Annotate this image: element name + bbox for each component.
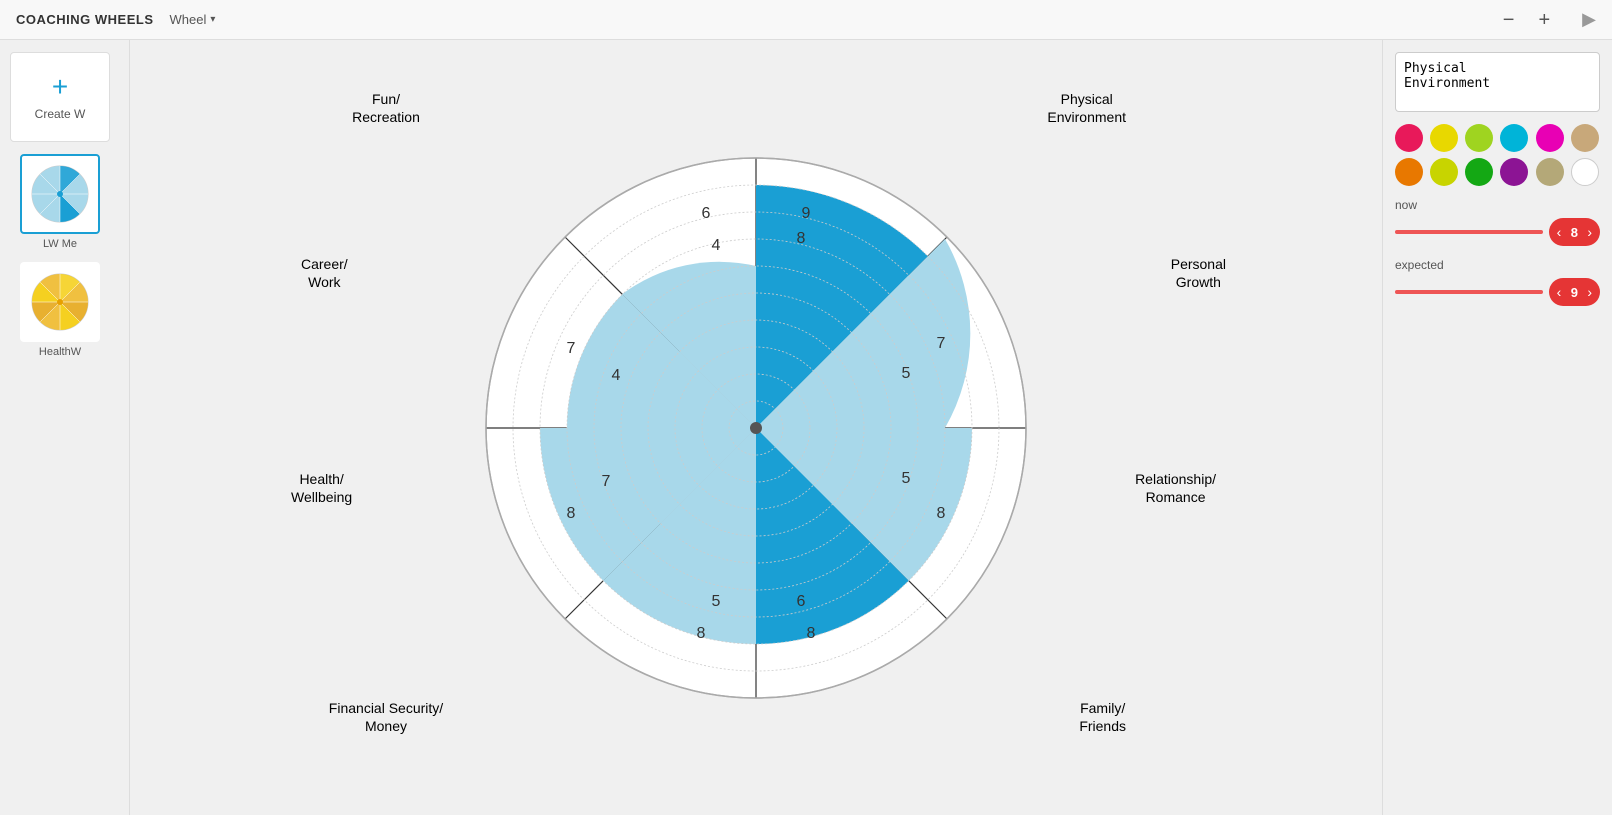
send-button[interactable]: ▶: [1582, 9, 1596, 30]
now-increment-button[interactable]: ›: [1585, 225, 1594, 239]
segment-1-now-value: 7: [937, 335, 946, 352]
segment-6-exp-value: 4: [612, 367, 621, 384]
expected-slider-row: ‹ 9 ›: [1395, 278, 1600, 306]
zoom-controls: − +: [1503, 10, 1550, 30]
now-value: 8: [1567, 225, 1581, 240]
segment-name-input[interactable]: Physical Environment: [1395, 52, 1600, 112]
label-career: Career/Work: [301, 255, 348, 291]
wheel-thumbnail-1: [30, 164, 90, 224]
wheel-label-1: LW Me: [43, 238, 77, 250]
now-slider-section: now ‹ 8 ›: [1395, 198, 1600, 246]
chevron-down-icon: ▾: [210, 14, 215, 25]
color-swatch-purple[interactable]: [1500, 158, 1528, 186]
label-personal-growth: PersonalGrowth: [1171, 255, 1226, 291]
wheel-menu[interactable]: Wheel ▾: [170, 12, 216, 27]
color-swatch-tan[interactable]: [1571, 124, 1599, 152]
segment-0-now-value: 9: [802, 205, 811, 222]
label-physical-environment: PhysicalEnvironment: [1047, 90, 1126, 126]
color-swatch-white[interactable]: [1571, 158, 1599, 186]
color-swatch-khaki[interactable]: [1536, 158, 1564, 186]
app-title: COACHING WHEELS: [16, 12, 154, 27]
color-palette: [1395, 124, 1600, 186]
color-swatch-green[interactable]: [1465, 158, 1493, 186]
segment-6-now-value: 7: [567, 340, 576, 357]
create-label: Create W: [35, 107, 86, 121]
segment-7-exp-value: 4: [712, 237, 721, 254]
label-family-friends: Family/Friends: [1079, 699, 1126, 735]
segment-5-now-value: 8: [567, 505, 576, 522]
sidebar-item-health[interactable]: HealthW: [10, 262, 110, 358]
expected-value: 9: [1567, 285, 1581, 300]
wheel-thumb-lw-me[interactable]: [20, 154, 100, 234]
segment-0-exp-value: 8: [797, 230, 806, 247]
color-swatch-orange[interactable]: [1395, 158, 1423, 186]
sidebar: + Create W: [0, 40, 130, 815]
expected-decrement-button[interactable]: ‹: [1555, 285, 1564, 299]
segment-7-now-value: 6: [702, 205, 711, 222]
coaching-wheel[interactable]: 9 8 7 5 8 5 8 6 8 5 8 7 7 4 6 4: [476, 148, 1036, 708]
wheel-label-2: HealthW: [39, 346, 81, 358]
color-swatch-magenta[interactable]: [1536, 124, 1564, 152]
color-swatch-yellow[interactable]: [1430, 124, 1458, 152]
sidebar-item-lw-me[interactable]: LW Me: [10, 154, 110, 250]
label-financial: Financial Security/Money: [329, 699, 443, 735]
now-label: now: [1395, 198, 1600, 212]
segment-2-exp-value: 5: [902, 470, 911, 487]
zoom-out-button[interactable]: −: [1503, 10, 1515, 30]
color-swatch-cyan[interactable]: [1500, 124, 1528, 152]
segment-4-now-value: 8: [697, 625, 706, 642]
segment-3-now-value: 8: [807, 625, 816, 642]
zoom-in-button[interactable]: +: [1538, 10, 1550, 30]
right-panel: Physical Environment now ‹ 8 ›: [1382, 40, 1612, 815]
wheel-menu-label: Wheel: [170, 12, 207, 27]
segment-3-exp-value: 6: [797, 593, 806, 610]
color-swatch-hot-pink[interactable]: [1395, 124, 1423, 152]
expected-slider-section: expected ‹ 9 ›: [1395, 258, 1600, 306]
plus-icon: +: [52, 73, 68, 101]
wheel-thumbnail-2: [30, 272, 90, 332]
color-swatch-lime-yellow[interactable]: [1430, 158, 1458, 186]
wheel-thumb-health[interactable]: [20, 262, 100, 342]
expected-label: expected: [1395, 258, 1600, 272]
now-slider-track[interactable]: [1395, 230, 1543, 234]
expected-slider-track[interactable]: [1395, 290, 1543, 294]
label-fun: Fun/Recreation: [352, 90, 420, 126]
label-relationship: Relationship/Romance: [1135, 470, 1216, 506]
now-decrement-button[interactable]: ‹: [1555, 225, 1564, 239]
segment-2-now-value: 8: [937, 505, 946, 522]
create-wheel-button[interactable]: + Create W: [10, 52, 110, 142]
now-stepper[interactable]: ‹ 8 ›: [1549, 218, 1600, 246]
segment-5-exp-value: 7: [602, 473, 611, 490]
now-slider-row: ‹ 8 ›: [1395, 218, 1600, 246]
segment-4-exp-value: 5: [712, 593, 721, 610]
canvas: 9 8 7 5 8 5 8 6 8 5 8 7 7 4 6 4: [130, 40, 1382, 815]
segment-1-exp-value: 5: [902, 365, 911, 382]
expected-increment-button[interactable]: ›: [1585, 285, 1594, 299]
label-health: Health/Wellbeing: [291, 470, 352, 506]
color-swatch-yellow-green[interactable]: [1465, 124, 1493, 152]
expected-stepper[interactable]: ‹ 9 ›: [1549, 278, 1600, 306]
